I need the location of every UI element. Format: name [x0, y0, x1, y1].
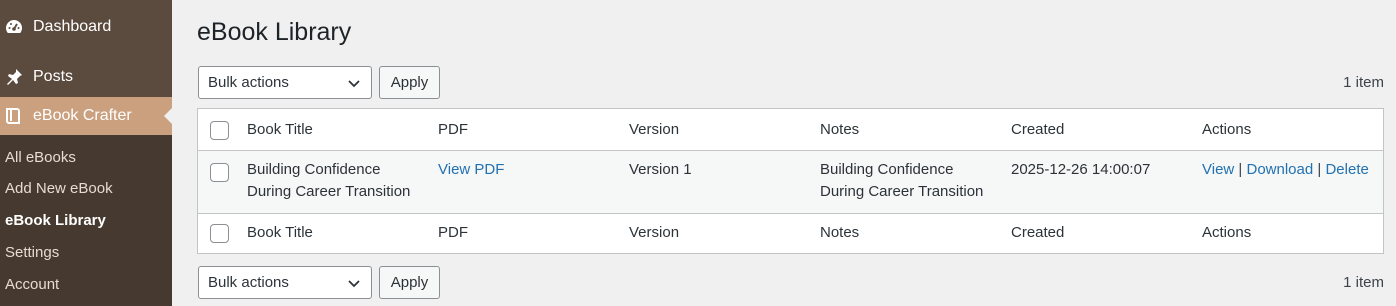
- submenu-account[interactable]: Account: [5, 276, 59, 293]
- footer-header-pdf: PDF: [438, 224, 468, 241]
- book-icon: [2, 104, 26, 128]
- dashboard-icon: [2, 15, 26, 39]
- menu-item-dashboard[interactable]: Dashboard: [0, 12, 172, 42]
- bulk-actions-value: Bulk actions: [208, 274, 289, 291]
- download-link[interactable]: Download: [1247, 161, 1314, 178]
- select-all-checkbox[interactable]: [210, 121, 229, 140]
- ebook-list-table: Book Title PDF Version Notes Created Act…: [197, 108, 1384, 254]
- item-count-bottom: 1 item: [1343, 274, 1384, 291]
- action-separator: |: [1238, 161, 1243, 178]
- submenu-settings[interactable]: Settings: [5, 244, 59, 261]
- admin-sidebar: Dashboard Posts eBook Crafter All eBooks…: [0, 0, 172, 306]
- pin-icon: [2, 65, 26, 89]
- ebook-crafter-submenu: All eBooks Add New eBook eBook Library S…: [0, 135, 172, 306]
- footer-header-notes: Notes: [820, 224, 860, 241]
- footer-header-version: Version: [629, 224, 680, 241]
- menu-label-dashboard: Dashboard: [33, 18, 112, 35]
- table-footer-row: Book Title PDF Version Notes Created Act…: [198, 213, 1383, 253]
- bulk-actions-select-top[interactable]: Bulk actions: [198, 66, 372, 99]
- notes-line1: Building Confidence: [820, 161, 954, 178]
- notes-line2: During Career Transition: [820, 183, 984, 200]
- menu-item-ebook-crafter[interactable]: eBook Crafter: [0, 97, 172, 135]
- row-checkbox[interactable]: [210, 163, 229, 182]
- version-cell: Version 1: [629, 161, 692, 178]
- bulk-actions-value: Bulk actions: [208, 74, 289, 91]
- bulk-actions-select-bottom[interactable]: Bulk actions: [198, 266, 372, 299]
- action-separator: |: [1317, 161, 1322, 178]
- view-pdf-link[interactable]: View PDF: [438, 159, 504, 181]
- actions-cell: View | Download | Delete: [1202, 159, 1369, 181]
- column-header-pdf: PDF: [438, 121, 468, 138]
- select-all-checkbox-footer[interactable]: [210, 224, 229, 243]
- book-title-line1: Building Confidence: [247, 161, 381, 178]
- column-header-version: Version: [629, 121, 680, 138]
- chevron-down-icon: [348, 80, 360, 88]
- column-header-notes: Notes: [820, 121, 860, 138]
- notes-cell: Building Confidence During Career Transi…: [820, 159, 983, 203]
- delete-link[interactable]: Delete: [1325, 161, 1368, 178]
- submenu-add-new-ebook[interactable]: Add New eBook: [5, 180, 113, 197]
- table-header-row: Book Title PDF Version Notes Created Act…: [198, 109, 1383, 151]
- submenu-all-ebooks[interactable]: All eBooks: [5, 149, 76, 166]
- apply-button-bottom[interactable]: Apply: [379, 266, 440, 299]
- column-header-book-title[interactable]: Book Title: [247, 119, 313, 141]
- apply-button-top[interactable]: Apply: [379, 66, 440, 99]
- menu-label-ebook-crafter: eBook Crafter: [33, 107, 132, 124]
- footer-header-created[interactable]: Created: [1011, 222, 1064, 244]
- menu-item-posts[interactable]: Posts: [0, 62, 172, 92]
- view-link[interactable]: View: [1202, 161, 1234, 178]
- page-title: eBook Library: [197, 18, 352, 46]
- column-header-actions: Actions: [1202, 121, 1252, 138]
- item-count-top: 1 item: [1343, 74, 1384, 91]
- footer-header-actions: Actions: [1202, 224, 1252, 241]
- menu-label-posts: Posts: [33, 68, 74, 85]
- column-header-created[interactable]: Created: [1011, 119, 1064, 141]
- table-row: Building Confidence During Career Transi…: [198, 151, 1383, 213]
- created-cell: 2025-12-26 14:00:07: [1011, 161, 1151, 178]
- book-title-line2: During Career Transition: [247, 183, 411, 200]
- book-title-cell: Building Confidence During Career Transi…: [247, 159, 410, 203]
- submenu-ebook-library[interactable]: eBook Library: [5, 212, 106, 229]
- footer-header-book-title[interactable]: Book Title: [247, 222, 313, 244]
- chevron-down-icon: [348, 280, 360, 288]
